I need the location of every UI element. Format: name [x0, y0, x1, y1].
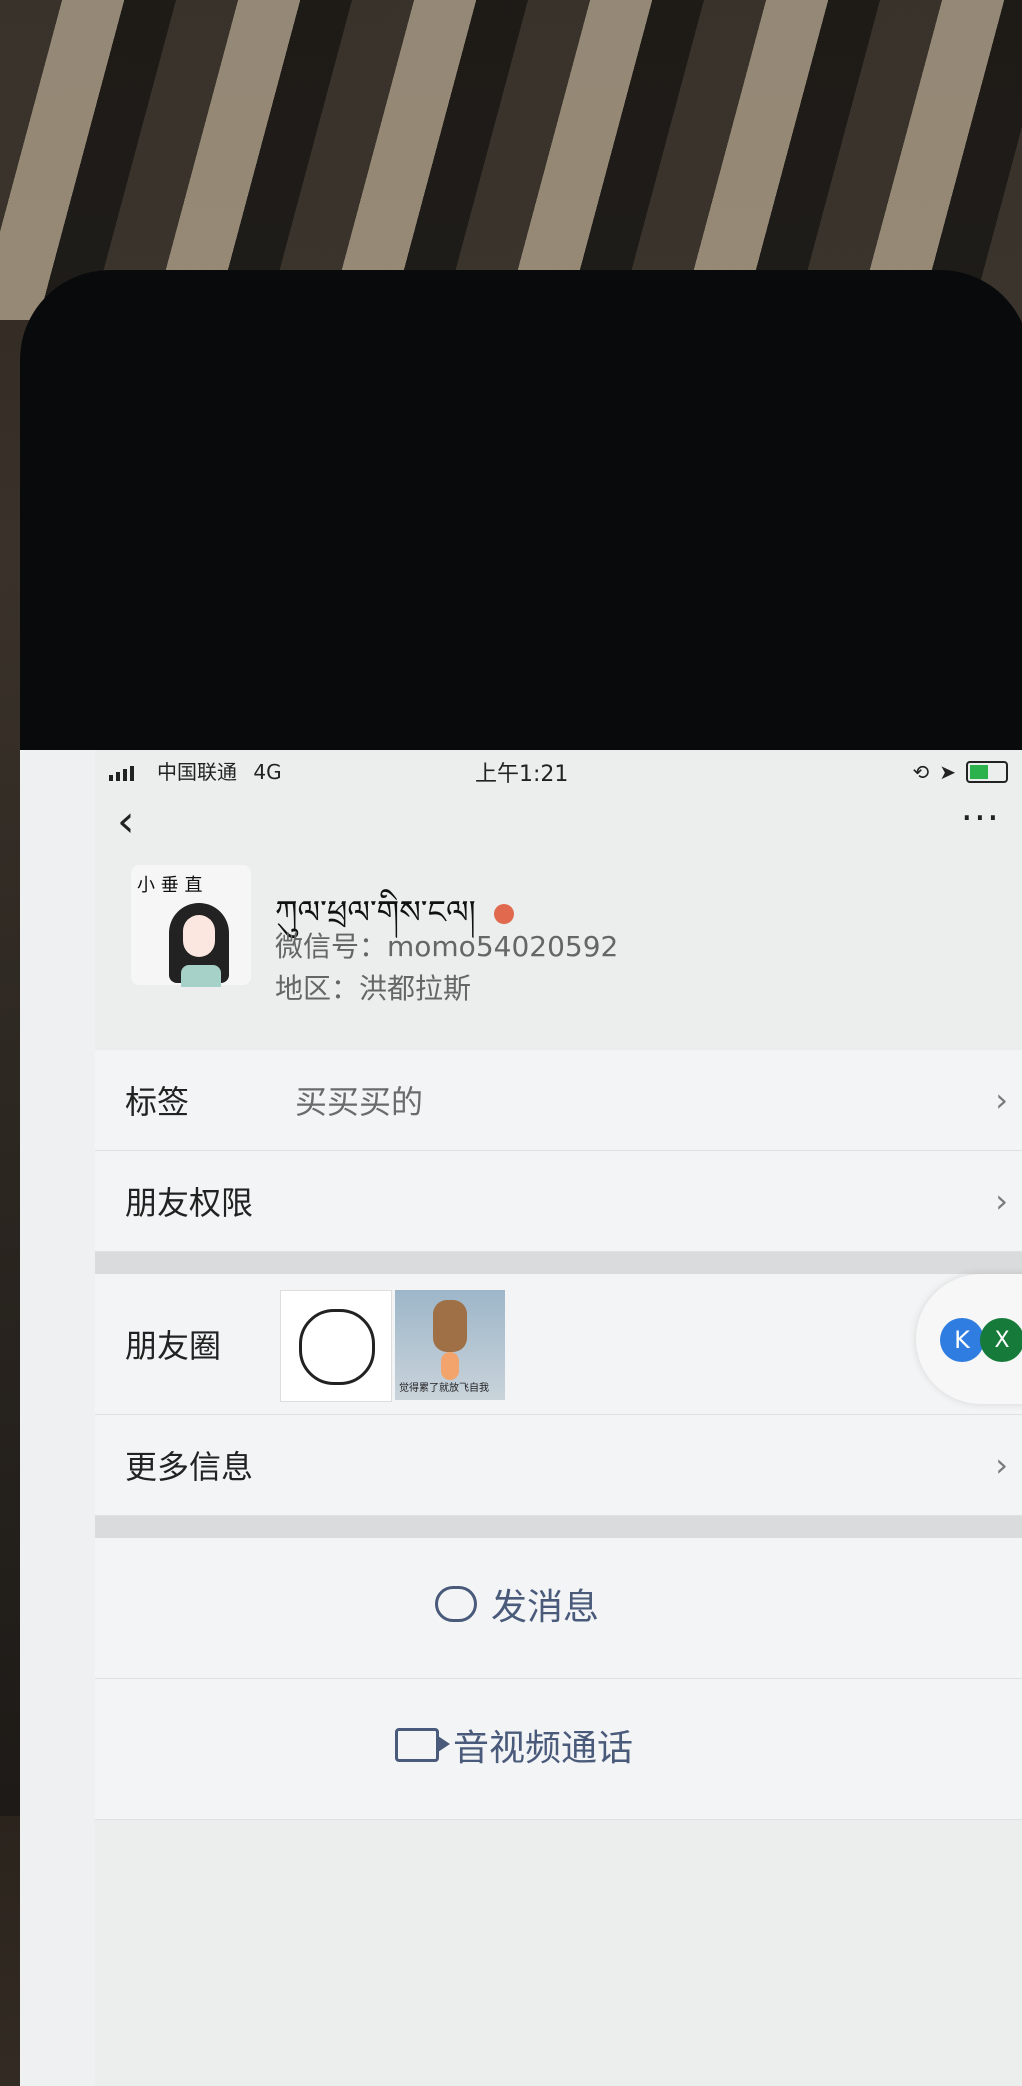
- battery-icon: [966, 761, 1008, 783]
- avatar[interactable]: 小 垂 直: [131, 865, 251, 987]
- screen: 中国联通 4G 上午1:21 ⟲ ➤ ‹ ··· 小 垂 直 ཀུལ་ཕྲལ་ག…: [20, 750, 1022, 2086]
- location-icon: ➤: [939, 760, 956, 784]
- moments-image-2-caption: 觉得累了就放飞自我: [399, 1383, 489, 1394]
- section-gap: [95, 1252, 1022, 1274]
- video-camera-icon: [395, 1728, 450, 1762]
- avatar-face: [183, 915, 215, 957]
- moments-image-2: 觉得累了就放飞自我: [395, 1290, 505, 1400]
- chevron-right-icon: ›: [995, 1446, 1008, 1484]
- more-info-label: 更多信息: [125, 1448, 254, 1486]
- section-gap: [95, 1516, 1022, 1538]
- row-tags[interactable]: 标签 买买买的 ›: [95, 1050, 1022, 1151]
- chat-bubble-icon: [435, 1586, 477, 1622]
- signal-icon: [109, 766, 134, 781]
- av-call-button[interactable]: 音视频通话: [95, 1679, 1022, 1820]
- back-button[interactable]: ‹: [117, 796, 135, 847]
- row-more-info[interactable]: 更多信息 ›: [95, 1415, 1022, 1516]
- carrier-text: 中国联通 4G: [157, 756, 282, 785]
- screen-content: 中国联通 4G 上午1:21 ⟲ ➤ ‹ ··· 小 垂 直 ཀུལ་ཕྲལ་ག…: [95, 750, 1022, 2086]
- gender-icon: [493, 904, 514, 924]
- send-message-label: 发消息: [491, 1587, 600, 1628]
- av-call-label: 音视频通话: [453, 1728, 634, 1769]
- chevron-right-icon: ›: [995, 1182, 1008, 1220]
- phone-frame: 中国联通 4G 上午1:21 ⟲ ➤ ‹ ··· 小 垂 直 ཀུལ་ཕྲལ་ག…: [20, 270, 1022, 2086]
- network-type: 4G: [253, 760, 282, 784]
- wechat-id: 微信号：momo54020592: [275, 930, 619, 963]
- region: 地区：洪都拉斯: [275, 972, 472, 1005]
- nav-bar: ‹ ···: [95, 794, 1022, 854]
- more-button[interactable]: ···: [961, 796, 1000, 840]
- status-bar: 中国联通 4G 上午1:21 ⟲ ➤: [95, 750, 1022, 794]
- rotation-lock-icon: ⟲: [912, 760, 930, 784]
- carrier-name: 中国联通: [157, 760, 237, 784]
- row-moments[interactable]: 朋友圈 觉得累了就放飞自我 K X: [95, 1274, 1022, 1415]
- tags-value: 买买买的: [295, 1083, 424, 1121]
- k-badge: K: [940, 1318, 984, 1362]
- moments-label: 朋友圈: [125, 1327, 222, 1365]
- tags-label: 标签: [125, 1083, 190, 1121]
- profile-header: 小 垂 直 ཀུལ་ཕྲལ་གིས་ངལ། 微信号：momo54020592 地…: [95, 865, 1022, 1045]
- floating-window-button[interactable]: K X: [916, 1274, 1022, 1404]
- time: 上午1:21: [475, 762, 569, 787]
- avatar-text: 小 垂 直: [137, 875, 203, 896]
- avatar-shirt: [181, 965, 221, 987]
- chevron-right-icon: ›: [995, 1081, 1008, 1119]
- status-right: ⟲ ➤: [912, 760, 1008, 784]
- friend-permission-label: 朋友权限: [125, 1184, 254, 1222]
- send-message-button[interactable]: 发消息: [95, 1538, 1022, 1679]
- x-badge: X: [980, 1318, 1022, 1362]
- moments-image-1: [280, 1290, 392, 1402]
- row-friend-permission[interactable]: 朋友权限 ›: [95, 1151, 1022, 1252]
